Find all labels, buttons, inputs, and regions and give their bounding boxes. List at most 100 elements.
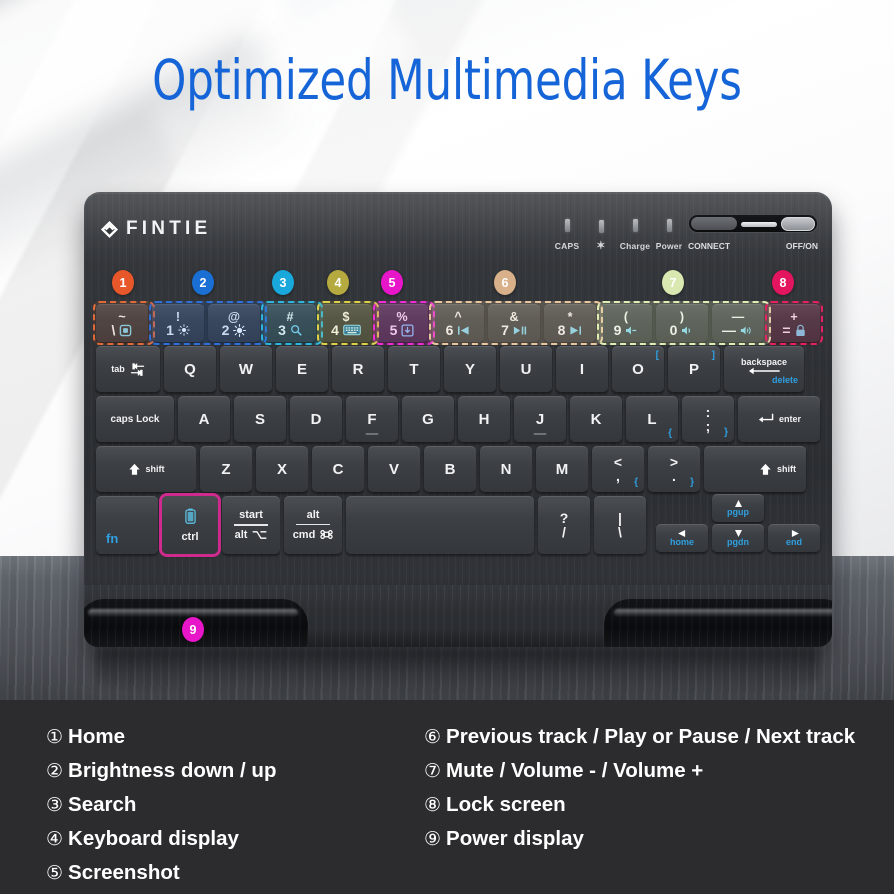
key-i[interactable]: I (556, 346, 608, 392)
key-shift-right[interactable]: shift (704, 446, 806, 492)
mute-icon (625, 325, 638, 336)
key-alt-legend: delete (771, 374, 798, 385)
brightness-up-icon (233, 323, 247, 337)
key-semicolon[interactable]: : ; } (682, 396, 734, 442)
key-legend-top: % (396, 310, 408, 324)
arrow-key-cluster: home pgup pgdn end (650, 494, 820, 554)
callout-badge-2: 2 (192, 270, 214, 295)
key-p[interactable]: P ] (668, 346, 720, 392)
key-equals-lock-screen[interactable]: + = (768, 304, 820, 342)
key-label: P (688, 360, 699, 378)
legend-column-right: ⑥ Previous track / Play or Pause / Next t… (424, 720, 864, 894)
key-u[interactable]: U (500, 346, 552, 392)
screenshot-icon (401, 323, 414, 337)
key-m[interactable]: M (536, 446, 588, 492)
brand-logo: FINTIE (100, 218, 211, 240)
key-slash[interactable]: ? / (538, 496, 590, 554)
key-3-search[interactable]: # 3 (264, 304, 316, 342)
key-9-mute[interactable]: ( 9 (600, 304, 652, 342)
keyboard-display-icon (343, 324, 361, 336)
key-c[interactable]: C (312, 446, 364, 492)
key-x[interactable]: X (256, 446, 308, 492)
key-0-volume-down[interactable]: ) 0 (656, 304, 708, 342)
key-a[interactable]: A (178, 396, 230, 442)
key-w[interactable]: W (220, 346, 272, 392)
arrow-left-icon (677, 529, 687, 537)
key-comma[interactable]: < , { (592, 446, 644, 492)
key-legend-bottom: = (782, 322, 791, 338)
arrow-down-icon (734, 529, 743, 537)
key-legend-top: # (286, 310, 294, 324)
tab-arrows-icon (130, 362, 145, 376)
key-b[interactable]: B (424, 446, 476, 492)
key-legend-top: | (618, 509, 622, 526)
key-tilde-home[interactable]: ~ \ (96, 304, 148, 342)
key-legend-bottom: / (562, 523, 566, 540)
connect-power-switch[interactable] (688, 214, 818, 233)
key-ctrl-power-display[interactable]: ctrl (162, 496, 218, 554)
key-y[interactable]: Y (444, 346, 496, 392)
power-slider-knob[interactable] (781, 216, 815, 231)
key-g[interactable]: G (402, 396, 454, 442)
key-minus-volume-up[interactable]: — — (712, 304, 764, 342)
key-6-previous-track[interactable]: ^ 6 (432, 304, 484, 342)
key-o[interactable]: O [ (612, 346, 664, 392)
legend-text: Keyboard display (68, 827, 239, 850)
key-period[interactable]: > . } (648, 446, 700, 492)
legend-text: Power display (446, 827, 584, 850)
key-f[interactable]: F (346, 396, 398, 442)
key-l[interactable]: L { (626, 396, 678, 442)
key-enter[interactable]: enter (738, 396, 820, 442)
key-k[interactable]: K (570, 396, 622, 442)
key-alt-legend: home (669, 536, 694, 547)
key-legend-bottom: 1 (166, 322, 174, 338)
arrow-up-icon (734, 499, 743, 507)
key-arrow-right[interactable]: end (768, 524, 820, 552)
key-legend-top: > (669, 453, 679, 470)
key-5-screenshot[interactable]: % 5 (376, 304, 428, 342)
key-8-next-track[interactable]: * 8 (544, 304, 596, 342)
key-fn[interactable]: fn (96, 496, 158, 554)
key-s[interactable]: S (234, 396, 286, 442)
key-v[interactable]: V (368, 446, 420, 492)
search-icon (290, 324, 302, 336)
keyboard-device: FINTIE CAPS ✶ Charge Power CONNECT OFF/O… (84, 192, 832, 647)
key-4-keyboard-display[interactable]: $ 4 (320, 304, 372, 342)
key-j[interactable]: J (514, 396, 566, 442)
key-e[interactable]: E (276, 346, 328, 392)
key-d[interactable]: D (290, 396, 342, 442)
key-h[interactable]: H (458, 396, 510, 442)
key-start-alt[interactable]: start alt (222, 496, 280, 554)
key-arrow-up[interactable]: pgup (712, 494, 764, 522)
key-1-brightness-down[interactable]: ! 1 (152, 304, 204, 342)
key-legend-bottom: \ (111, 322, 116, 338)
key-shift-left[interactable]: shift (96, 446, 196, 492)
indicator-power: Power (652, 219, 686, 251)
key-backspace[interactable]: backspace delete (724, 346, 804, 392)
key-label: ctrl (181, 530, 199, 543)
brand-name: FINTIE (126, 218, 212, 239)
key-tab[interactable]: tab (96, 346, 160, 392)
key-t[interactable]: T (388, 346, 440, 392)
volume-down-icon (681, 325, 694, 336)
key-r[interactable]: R (332, 346, 384, 392)
key-arrow-down[interactable]: pgdn (712, 524, 764, 552)
power-switch-group[interactable]: CONNECT OFF/ON (688, 214, 818, 251)
status-indicator-bar: CAPS ✶ Charge Power CONNECT OFF/ON (550, 214, 818, 252)
key-legend-bottom: 5 (389, 322, 398, 338)
key-legend-bottom: 4 (331, 322, 339, 338)
key-n[interactable]: N (480, 446, 532, 492)
key-backslash[interactable]: | \ (594, 496, 646, 554)
backspace-arrow-icon (748, 367, 780, 375)
key-caps-lock[interactable]: caps Lock (96, 396, 174, 442)
key-arrow-left[interactable]: home (656, 524, 708, 552)
key-z[interactable]: Z (200, 446, 252, 492)
key-spacebar[interactable] (346, 496, 534, 554)
legend-item: ② Brightness down / up (46, 754, 424, 788)
key-2-brightness-up[interactable]: @ 2 (208, 304, 260, 342)
key-q[interactable]: Q (164, 346, 216, 392)
key-7-play-pause[interactable]: & 7 (488, 304, 540, 342)
key-legend-bottom: alt (234, 528, 248, 541)
key-alt-cmd[interactable]: alt cmd (284, 496, 342, 554)
connect-button[interactable] (691, 217, 737, 230)
